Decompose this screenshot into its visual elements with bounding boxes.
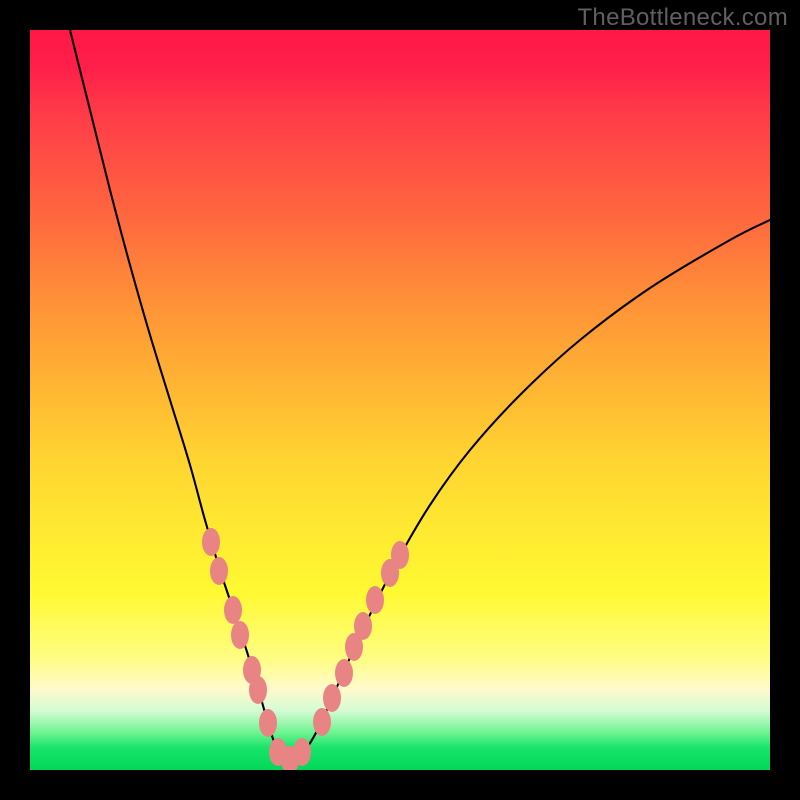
marker-point bbox=[249, 676, 267, 704]
marker-point bbox=[210, 557, 228, 585]
highlighted-points-group bbox=[202, 528, 409, 770]
plot-area bbox=[30, 30, 770, 770]
bottleneck-curve bbox=[70, 30, 770, 760]
chart-frame: TheBottleneck.com bbox=[0, 0, 800, 800]
marker-point bbox=[224, 596, 242, 624]
marker-point bbox=[313, 708, 331, 736]
marker-point bbox=[323, 684, 341, 712]
bottleneck-curve-svg bbox=[30, 30, 770, 770]
marker-point bbox=[293, 738, 311, 766]
marker-point bbox=[391, 541, 409, 569]
marker-point bbox=[366, 586, 384, 614]
marker-point bbox=[202, 528, 220, 556]
marker-point bbox=[259, 709, 277, 737]
watermark-label: TheBottleneck.com bbox=[577, 4, 788, 32]
marker-point bbox=[354, 612, 372, 640]
marker-point bbox=[335, 659, 353, 687]
marker-point bbox=[231, 621, 249, 649]
